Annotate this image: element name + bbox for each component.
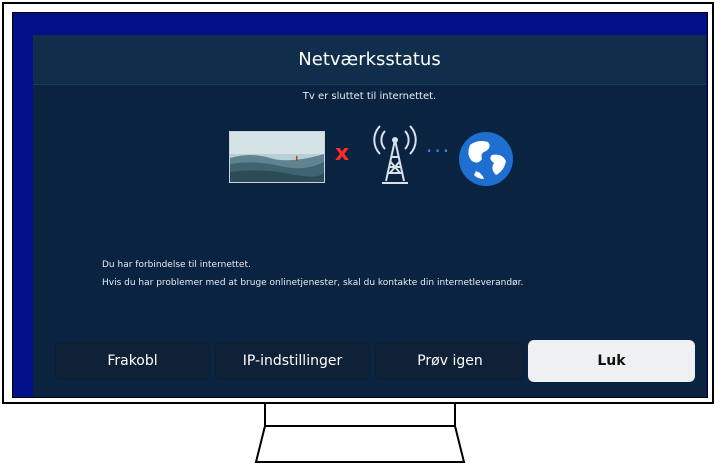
tv-bezel: Netværksstatus Tv er sluttet til interne…: [2, 2, 714, 404]
tv-stand: [254, 404, 466, 463]
network-status-dialog: Netværksstatus Tv er sluttet til interne…: [33, 35, 706, 397]
globe-icon: [458, 131, 514, 187]
disconnect-button[interactable]: Frakobl: [55, 342, 210, 380]
ip-settings-button[interactable]: IP-indstillinger: [215, 342, 370, 380]
connection-message: Du har forbindelse til internettet. Hvis…: [102, 256, 523, 292]
close-button[interactable]: Luk: [528, 340, 695, 382]
network-diagram: x ···: [33, 35, 706, 235]
tv-thumbnail-icon: [229, 131, 325, 183]
tv-screen: Netværksstatus Tv er sluttet til interne…: [12, 12, 708, 398]
dialog-button-row: Frakobl IP-indstillinger Prøv igen Luk: [55, 340, 695, 382]
message-line-2: Hvis du har problemer med at bruge onlin…: [102, 278, 524, 288]
message-line-1: Du har forbindelse til internettet.: [102, 260, 251, 270]
dotted-connection-icon: ···: [426, 139, 452, 163]
retry-button[interactable]: Prøv igen: [375, 342, 525, 380]
x-mark-icon: x: [335, 141, 350, 166]
antenna-tower-icon: [370, 121, 420, 187]
